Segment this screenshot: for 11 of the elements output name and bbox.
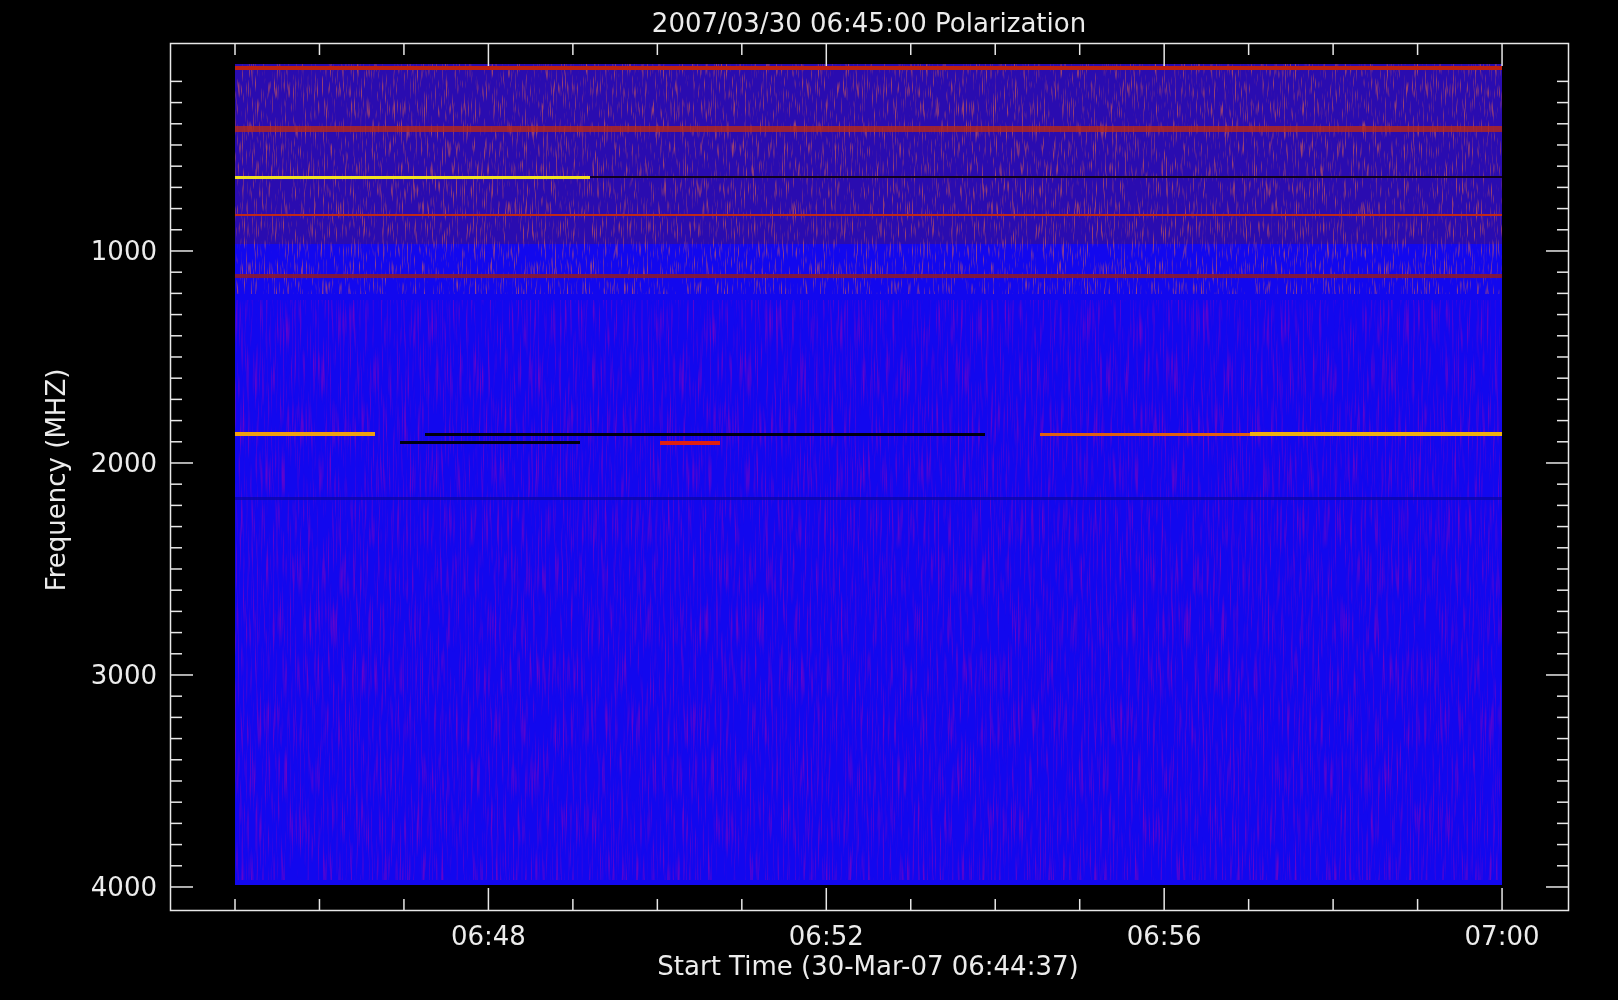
tick-label: 3000 bbox=[90, 660, 157, 690]
tick-label: 06:56 bbox=[1126, 921, 1202, 951]
tick-label: 2000 bbox=[90, 448, 157, 478]
axis-title: Frequency (MHZ) bbox=[41, 368, 71, 592]
tick-label: 06:48 bbox=[450, 921, 526, 951]
tick-label: 07:00 bbox=[1464, 921, 1540, 951]
axis-title: Start Time (30-Mar-07 06:44:37) bbox=[657, 951, 1079, 981]
chart-title: 2007/03/30 06:45:00 Polarization bbox=[651, 8, 1087, 38]
tick-label: 1000 bbox=[90, 236, 157, 266]
tick-label: 4000 bbox=[90, 872, 157, 902]
tick-label: 06:52 bbox=[788, 921, 864, 951]
